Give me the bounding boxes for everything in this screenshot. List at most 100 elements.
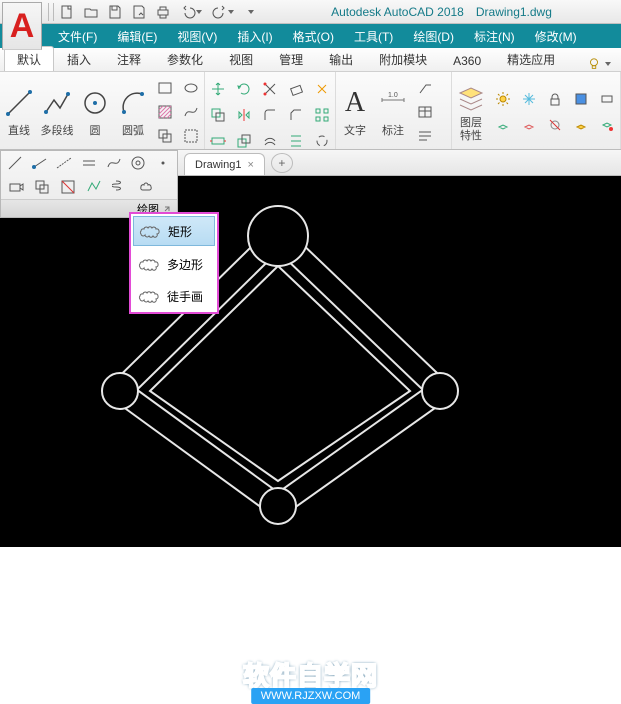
dp-donut-icon[interactable] (128, 153, 149, 173)
doc-tab-drawing1[interactable]: Drawing1 × (184, 153, 265, 175)
rect-icon[interactable] (154, 77, 176, 99)
menu-modify[interactable]: 修改(M) (525, 24, 587, 48)
ribbon-help-bulb-icon[interactable] (577, 57, 621, 71)
stretch-icon[interactable] (207, 130, 229, 152)
erase-icon[interactable] (285, 78, 307, 100)
tab-param[interactable]: 参数化 (154, 46, 216, 71)
dp-xline-icon[interactable] (54, 153, 75, 173)
menu-insert[interactable]: 插入(I) (227, 24, 282, 48)
mirror-icon[interactable] (233, 104, 255, 126)
tab-featured[interactable]: 精选应用 (494, 46, 568, 71)
menu-tools[interactable]: 工具(T) (344, 24, 403, 48)
layer-color-icon[interactable] (570, 88, 592, 110)
menu-format[interactable]: 格式(O) (283, 24, 344, 48)
scale-icon[interactable] (233, 130, 255, 152)
hatch-icon[interactable] (154, 101, 176, 123)
dp-line-icon[interactable] (5, 153, 26, 173)
ellipse-icon[interactable] (180, 77, 202, 99)
arc-label: 圆弧 (122, 122, 144, 138)
dp-camera-icon[interactable] (5, 177, 27, 197)
tab-insert[interactable]: 插入 (54, 46, 104, 71)
open-icon[interactable] (80, 2, 102, 22)
new-icon[interactable] (56, 2, 78, 22)
leader-icon[interactable] (414, 77, 436, 99)
layer-freeze-icon[interactable] (518, 88, 540, 110)
trim-icon[interactable] (259, 78, 281, 100)
layer-make-icon[interactable] (570, 114, 592, 136)
array-icon[interactable] (311, 104, 333, 126)
boundary-icon[interactable] (180, 125, 202, 147)
layer-iso-icon[interactable] (492, 114, 514, 136)
qat-grip[interactable] (48, 3, 54, 21)
drawing-canvas[interactable]: 软件自学网 WWW.RJZXW.COM (0, 176, 621, 547)
dim-label: 标注 (382, 122, 404, 138)
tab-a360[interactable]: A360 (440, 49, 494, 71)
dp-point-icon[interactable] (152, 153, 173, 173)
close-icon[interactable]: × (247, 159, 253, 171)
offset-icon[interactable] (259, 130, 281, 152)
polyline-tool[interactable]: 多段线 (40, 86, 74, 138)
dp-revcloud-icon[interactable] (135, 177, 157, 197)
arc-tool[interactable]: 圆弧 (116, 86, 150, 138)
app-logo[interactable]: A (2, 2, 42, 50)
table-icon[interactable] (414, 101, 436, 123)
dp-3dpoly-icon[interactable] (83, 177, 105, 197)
tab-view[interactable]: 视图 (216, 46, 266, 71)
tab-manage[interactable]: 管理 (266, 46, 316, 71)
mtext-icon[interactable] (414, 125, 436, 147)
revcloud-polygon-item[interactable]: 多边形 (131, 248, 217, 280)
revcloud-freehand-item[interactable]: 徒手画 (131, 280, 217, 312)
print-icon[interactable] (152, 2, 174, 22)
align-icon[interactable] (285, 130, 307, 152)
layer-off-icon[interactable] (544, 114, 566, 136)
explode-icon[interactable] (311, 78, 333, 100)
dp-ray-icon[interactable] (30, 153, 51, 173)
tab-addons[interactable]: 附加模块 (366, 46, 440, 71)
document-tabs: Drawing1 × + (178, 150, 621, 176)
dp-helix-icon[interactable] (109, 177, 131, 197)
revcloud-rect-label: 矩形 (168, 223, 192, 240)
chamfer-icon[interactable] (285, 104, 307, 126)
tab-output[interactable]: 输出 (316, 46, 366, 71)
tab-annotate[interactable]: 注释 (104, 46, 154, 71)
circle-tool[interactable]: 圆 (78, 86, 112, 138)
menu-draw[interactable]: 绘图(D) (403, 24, 464, 48)
menu-dim[interactable]: 标注(N) (464, 24, 525, 48)
dp-spline-icon[interactable] (103, 153, 124, 173)
saveas-icon[interactable] (128, 2, 150, 22)
quick-access-toolbar (48, 0, 262, 24)
layer-lock-icon[interactable] (544, 88, 566, 110)
layer-match-icon[interactable] (596, 114, 618, 136)
dimension-tool[interactable]: 1.0 标注 (376, 86, 410, 138)
text-tool[interactable]: A 文字 (338, 86, 372, 138)
fillet-icon[interactable] (259, 104, 281, 126)
copy-icon[interactable] (207, 104, 229, 126)
spline-icon[interactable] (180, 101, 202, 123)
layer-properties[interactable]: 图层 特性 (454, 81, 488, 141)
ribbon-tabs: 默认 插入 注释 参数化 视图 管理 输出 附加模块 A360 精选应用 (0, 48, 621, 72)
revcloud-rect-item[interactable]: 矩形 (133, 216, 215, 246)
ribbon: 直线 多段线 圆 圆弧 (0, 72, 621, 150)
layer-plot-icon[interactable] (596, 88, 618, 110)
menu-edit[interactable]: 编辑(E) (107, 24, 167, 48)
redo-icon[interactable] (208, 2, 238, 22)
qat-customize-icon[interactable] (240, 2, 262, 22)
polyline-label: 多段线 (41, 122, 74, 138)
new-tab-icon[interactable]: + (271, 153, 293, 173)
layer-uniso-icon[interactable] (518, 114, 540, 136)
layer-light-icon[interactable] (492, 88, 514, 110)
menu-file[interactable]: 文件(F) (48, 24, 107, 48)
rotate-icon[interactable] (233, 78, 255, 100)
save-icon[interactable] (104, 2, 126, 22)
break-icon[interactable] (311, 130, 333, 152)
region-icon[interactable] (154, 125, 176, 147)
line-tool[interactable]: 直线 (2, 86, 36, 138)
undo-icon[interactable] (176, 2, 206, 22)
move-icon[interactable] (207, 78, 229, 100)
dp-region2-icon[interactable] (31, 177, 53, 197)
dp-mline-icon[interactable] (79, 153, 100, 173)
app-title: Autodesk AutoCAD 2018 (331, 5, 464, 19)
draw-panel-expanded: 绘图 (0, 150, 178, 218)
dp-wipeout-icon[interactable] (57, 177, 79, 197)
menu-view[interactable]: 视图(V) (167, 24, 227, 48)
